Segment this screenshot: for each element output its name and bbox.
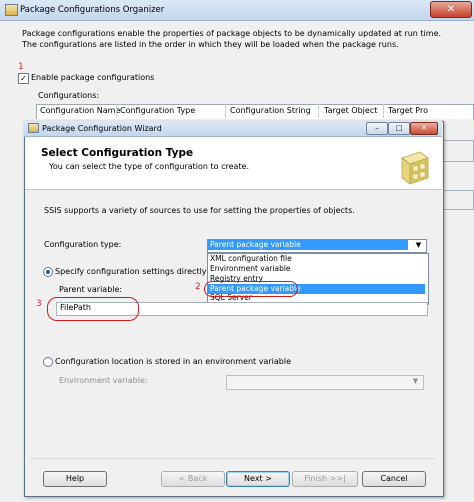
parent-variable-label: Parent variable: [59,285,123,294]
wizard-graphic-icon [401,151,429,185]
col-configuration-string[interactable]: Configuration String [230,106,311,115]
dropdown-option-environment[interactable]: Environment variable [210,264,291,273]
environment-variable-label: Environment variable: [59,376,148,385]
col-separator [383,104,384,118]
wizard-heading: Select Configuration Type [41,147,194,159]
wizard-title-bar: Package Configuration Wizard – □ ✕ [24,121,442,137]
radio-selected-dot [46,270,50,274]
col-target-object[interactable]: Target Object [324,106,377,115]
minimize-button[interactable]: – [366,122,388,135]
back-button[interactable]: < Back [161,471,225,487]
annotation-oval-2 [204,281,298,297]
organizer-description: Package configurations enable the proper… [22,29,442,49]
col-separator [318,104,319,118]
specify-directly-radio[interactable] [43,267,53,277]
configuration-type-value: Parent package variable [210,240,301,249]
dropdown-arrow-icon[interactable]: ▼ [413,240,424,250]
environment-variable-combobox[interactable] [226,375,424,390]
annotation-oval-3 [47,297,139,321]
wizard-intro-text: SSIS supports a variety of sources to us… [44,206,355,215]
env-variable-radio[interactable] [43,357,53,367]
organizer-close-button[interactable]: ✕ [430,1,472,18]
dropdown-option-xml[interactable]: XML configuration file [210,254,292,263]
col-separator [116,104,117,118]
wizard-footer-divider [30,458,436,459]
configurations-label: Configurations: [38,91,100,100]
next-button[interactable]: Next > [226,471,290,487]
enable-configurations-checkbox[interactable]: ✓ [18,73,29,84]
finish-button[interactable]: Finish >>| [292,471,358,487]
env-variable-option-label: Configuration location is stored in an e… [55,357,291,366]
col-configuration-name[interactable]: Configuration Name [40,106,120,115]
annotation-number-1: 1 [18,62,24,72]
env-dropdown-arrow-icon[interactable]: ▼ [410,376,421,387]
configuration-type-label: Configuration type: [44,240,122,249]
enable-configurations-label: Enable package configurations [31,73,155,82]
organizer-side-button[interactable] [442,190,474,210]
annotation-number-2: 2 [195,282,201,292]
wizard-close-button[interactable]: ✕ [410,122,438,135]
col-separator [225,104,226,118]
wizard-subheading: You can select the type of configuration… [49,162,250,171]
organizer-title: Package Configurations Organizer [20,5,165,15]
specify-directly-label: Specify configuration settings directly [55,267,207,276]
col-target-property[interactable]: Target Pro [388,106,428,115]
wizard-app-icon [28,123,39,133]
organizer-side-button[interactable] [442,140,474,162]
maximize-button[interactable]: □ [388,122,410,135]
cancel-button[interactable]: Cancel [362,471,426,487]
app-icon [5,4,18,16]
annotation-number-3: 3 [36,299,42,309]
organizer-title-bar: Package Configurations Organizer [0,0,474,21]
col-configuration-type[interactable]: Configuration Type [120,106,195,115]
wizard-title: Package Configuration Wizard [42,124,162,133]
help-button[interactable]: Help [43,471,107,487]
